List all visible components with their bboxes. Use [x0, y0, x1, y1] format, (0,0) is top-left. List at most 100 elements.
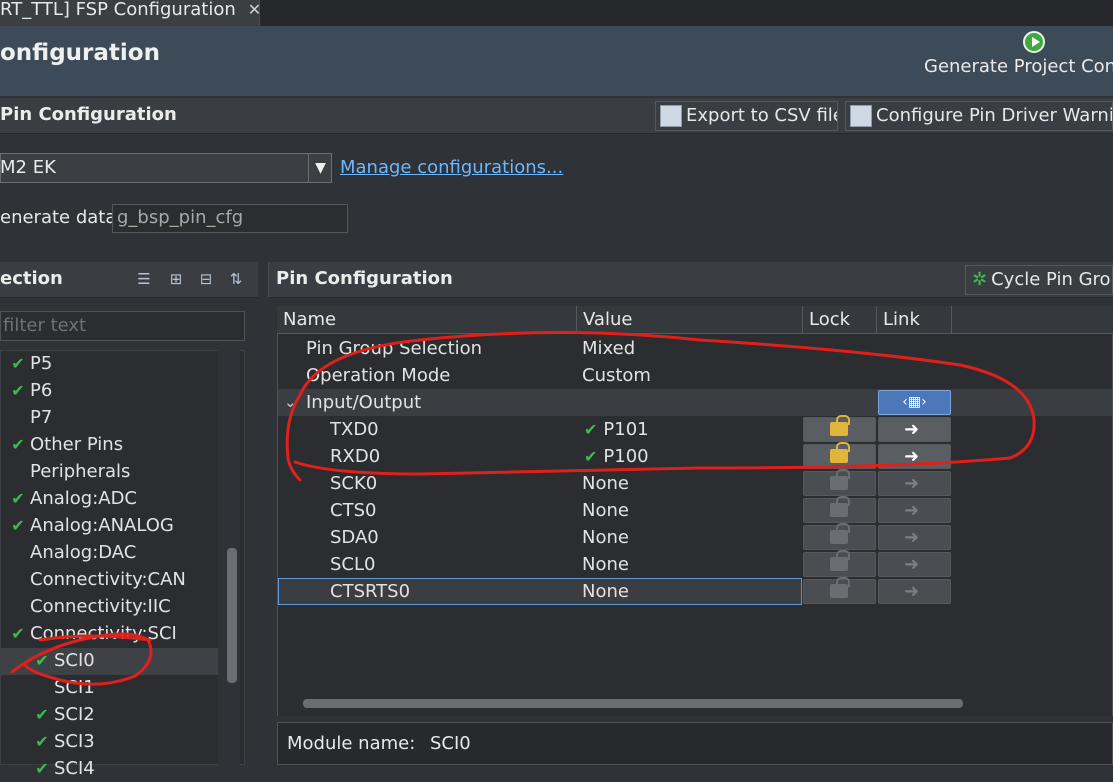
check-icon: ✔ [11, 516, 25, 535]
configure-pin-driver-warnings-button[interactable]: Configure Pin Driver Warnin [845, 101, 1113, 131]
row-value[interactable]: Custom [582, 362, 651, 389]
link-button[interactable]: ➜ [878, 471, 951, 496]
link-button[interactable]: ➜ [878, 552, 951, 577]
tree-item-label: P7 [30, 407, 53, 428]
close-icon[interactable]: ✕ [248, 0, 259, 19]
tree-item[interactable]: ✔ Other Pins [6, 431, 123, 458]
pin-configuration-panel-title: Pin Configuration [276, 268, 453, 289]
row-value[interactable]: ✔ P101 [584, 416, 649, 443]
column-header-value[interactable]: Value [577, 306, 803, 334]
tree-item[interactable]: Connectivity:CAN [6, 566, 186, 593]
list-view-icon[interactable]: ☰ [133, 268, 155, 290]
tree-item-label: SCI4 [54, 758, 95, 779]
row-name: SCK0 [330, 473, 378, 494]
link-button[interactable]: ➜ [878, 525, 951, 550]
row-value[interactable]: None [582, 524, 629, 551]
check-icon: ✔ [35, 759, 49, 778]
lock-button[interactable] [803, 523, 876, 550]
cycle-pin-group-button[interactable]: ✲ Cycle Pin Grou [965, 265, 1113, 295]
link-button[interactable]: ➜ [878, 498, 951, 523]
tree-item-label: SCI1 [54, 677, 95, 698]
tree-item[interactable]: ✔ Analog:ADC [6, 485, 137, 512]
lock-icon [830, 550, 850, 571]
grid-horizontal-scrollbar-thumb[interactable] [303, 699, 963, 708]
tree-item-label: P6 [30, 380, 53, 401]
lock-button[interactable] [803, 577, 876, 604]
tree-item[interactable]: ✔ SCI4 [30, 755, 95, 782]
tree-item[interactable]: Connectivity:IIC [6, 593, 171, 620]
tree-scrollbar-thumb[interactable] [227, 548, 237, 683]
warning-config-icon [850, 105, 872, 127]
tree-item-label: Connectivity:IIC [30, 596, 171, 617]
check-icon: ✔ [584, 447, 598, 466]
arrow-right-icon: ➜ [904, 500, 920, 521]
tree-item[interactable]: ✔ P5 [6, 350, 52, 377]
expander-icon[interactable]: ⌄ [284, 389, 297, 416]
check-icon: ✔ [35, 651, 49, 670]
check-icon: ✔ [11, 435, 25, 454]
row-value[interactable]: Mixed [582, 335, 635, 362]
collapse-all-icon[interactable]: ⊟ [195, 268, 217, 290]
row-name: CTS0 [330, 500, 377, 521]
link-button[interactable]: ➜ [878, 444, 951, 469]
row-value[interactable]: None [582, 578, 629, 605]
column-header-spacer [952, 306, 1113, 334]
row-value[interactable]: None [582, 497, 629, 524]
column-header-name[interactable]: Name [277, 306, 577, 334]
tree-item[interactable]: ✔ SCI0 [30, 647, 94, 674]
row-name: Operation Mode [306, 365, 451, 386]
generate-project-content-button[interactable]: Generate Project Cont [924, 56, 1113, 77]
tree-item[interactable]: ✔ SCI3 [30, 728, 95, 755]
page-title: onfiguration [0, 40, 160, 66]
column-header-lock[interactable]: Lock [803, 306, 877, 334]
csv-export-icon [660, 105, 682, 127]
row-value[interactable]: None [582, 470, 629, 497]
tree-item-label: Connectivity:SCI [30, 623, 177, 644]
tree-item[interactable]: ✔ Analog:ANALOG [6, 512, 174, 539]
tree-item[interactable]: ✔ Connectivity:SCI [6, 620, 177, 647]
link-button[interactable]: ➜ [878, 417, 951, 442]
lock-button[interactable] [803, 415, 876, 442]
filter-input[interactable]: filter text [0, 311, 245, 341]
generate-data-input[interactable]: g_bsp_pin_cfg [112, 204, 348, 233]
expand-all-icon[interactable]: ⊞ [165, 268, 187, 290]
generate-run-icon[interactable] [1023, 31, 1045, 53]
row-name: SDA0 [330, 527, 379, 548]
lock-icon [830, 469, 850, 490]
export-csv-button[interactable]: Export to CSV file [655, 101, 838, 131]
lock-button[interactable] [803, 550, 876, 577]
export-csv-label: Export to CSV file [686, 105, 838, 126]
selection-panel-title: ection [0, 268, 63, 289]
editor-tab-title: RT_TTL] FSP Configuration [0, 0, 236, 20]
tree-item-label: Analog:ANALOG [30, 515, 174, 536]
tree-item-label: SCI3 [54, 731, 95, 752]
lock-button[interactable] [803, 469, 876, 496]
arrow-right-icon: ➜ [904, 527, 920, 548]
manage-configurations-link[interactable]: Manage configurations... [340, 157, 563, 178]
row-name: SCL0 [330, 554, 376, 575]
arrow-right-icon: ➜ [904, 581, 920, 602]
row-name: RXD0 [330, 446, 381, 467]
lock-icon [830, 415, 850, 436]
tree-item[interactable]: ✔ P6 [6, 377, 52, 404]
link-button[interactable]: ➜ [878, 579, 951, 604]
tree-item[interactable]: Analog:DAC [6, 539, 136, 566]
tree-item[interactable]: ✔ SCI2 [30, 701, 94, 728]
editor-tab[interactable]: RT_TTL] FSP Configuration ✕ [0, 0, 260, 26]
navigate-group-icon[interactable]: ‹▦› [878, 390, 951, 415]
arrow-right-icon: ➜ [904, 473, 920, 494]
row-value[interactable]: ✔ P100 [584, 443, 649, 470]
column-header-link[interactable]: Link [877, 306, 952, 334]
lock-button[interactable] [803, 496, 876, 523]
tree-item[interactable]: P7 [6, 404, 52, 431]
row-value[interactable]: None [582, 551, 629, 578]
dropdown-arrow-icon[interactable]: ▼ [308, 154, 332, 182]
tree-item[interactable]: Peripherals [6, 458, 130, 485]
arrow-right-icon: ➜ [904, 554, 920, 575]
arrow-right-icon: ➜ [904, 446, 920, 467]
lock-button[interactable] [803, 442, 876, 469]
tree-item[interactable]: SCI1 [30, 674, 95, 701]
configure-warnings-label: Configure Pin Driver Warnin [876, 105, 1113, 126]
sort-icon[interactable]: ⇅ [225, 268, 247, 290]
lock-icon [830, 496, 850, 517]
